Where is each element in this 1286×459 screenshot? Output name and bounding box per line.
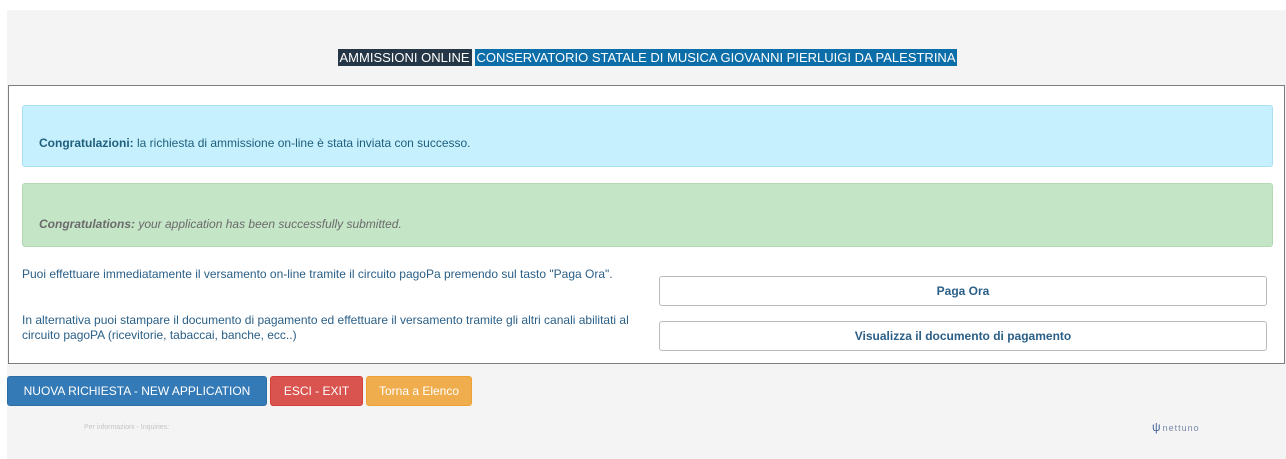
view-payment-document-button[interactable]: Visualizza il documento di pagamento (659, 321, 1267, 351)
result-panel: Congratulazioni: la richiesta di ammissi… (8, 85, 1285, 364)
footer-info-text: Per informazioni - Inquiries: (84, 424, 170, 431)
info-alert-strong: Congratulazioni: (39, 136, 134, 150)
info-alert-message: Congratulazioni: la richiesta di ammissi… (39, 136, 471, 150)
new-application-button[interactable]: NUOVA RICHIESTA - NEW APPLICATION (7, 376, 267, 406)
info-alert-text: la richiesta di ammissione on-line è sta… (133, 136, 471, 150)
page-container: AMMISSIONI ONLINE CONSERVATORIO STATALE D… (7, 10, 1286, 459)
info-alert: Congratulazioni: la richiesta di ammissi… (22, 105, 1273, 167)
print-payment-text: In alternativa puoi stampare il document… (22, 313, 629, 342)
page-header: AMMISSIONI ONLINE CONSERVATORIO STATALE D… (7, 10, 1286, 85)
online-payment-text: Puoi effettuare immediatamente il versam… (22, 267, 613, 281)
logo-text: nettuno (1162, 423, 1200, 433)
success-alert-text: your application has been successfully s… (135, 217, 402, 231)
back-to-list-button[interactable]: Torna a Elenco (366, 376, 472, 406)
header-label-admissions: AMMISSIONI ONLINE (337, 49, 472, 66)
exit-button[interactable]: ESCI - EXIT (270, 376, 363, 406)
success-alert-strong: Congratulations: (39, 217, 135, 231)
success-alert-message: Congratulations: your application has be… (39, 217, 402, 231)
nettuno-logo[interactable]: ψnettuno (1152, 420, 1200, 434)
pay-now-button[interactable]: Paga Ora (659, 276, 1267, 306)
success-alert: Congratulations: your application has be… (22, 183, 1273, 247)
trident-icon: ψ (1152, 420, 1162, 434)
header-title: AMMISSIONI ONLINE CONSERVATORIO STATALE D… (7, 49, 1286, 66)
header-label-institution: CONSERVATORIO STATALE DI MUSICA GIOVANNI… (474, 49, 958, 66)
